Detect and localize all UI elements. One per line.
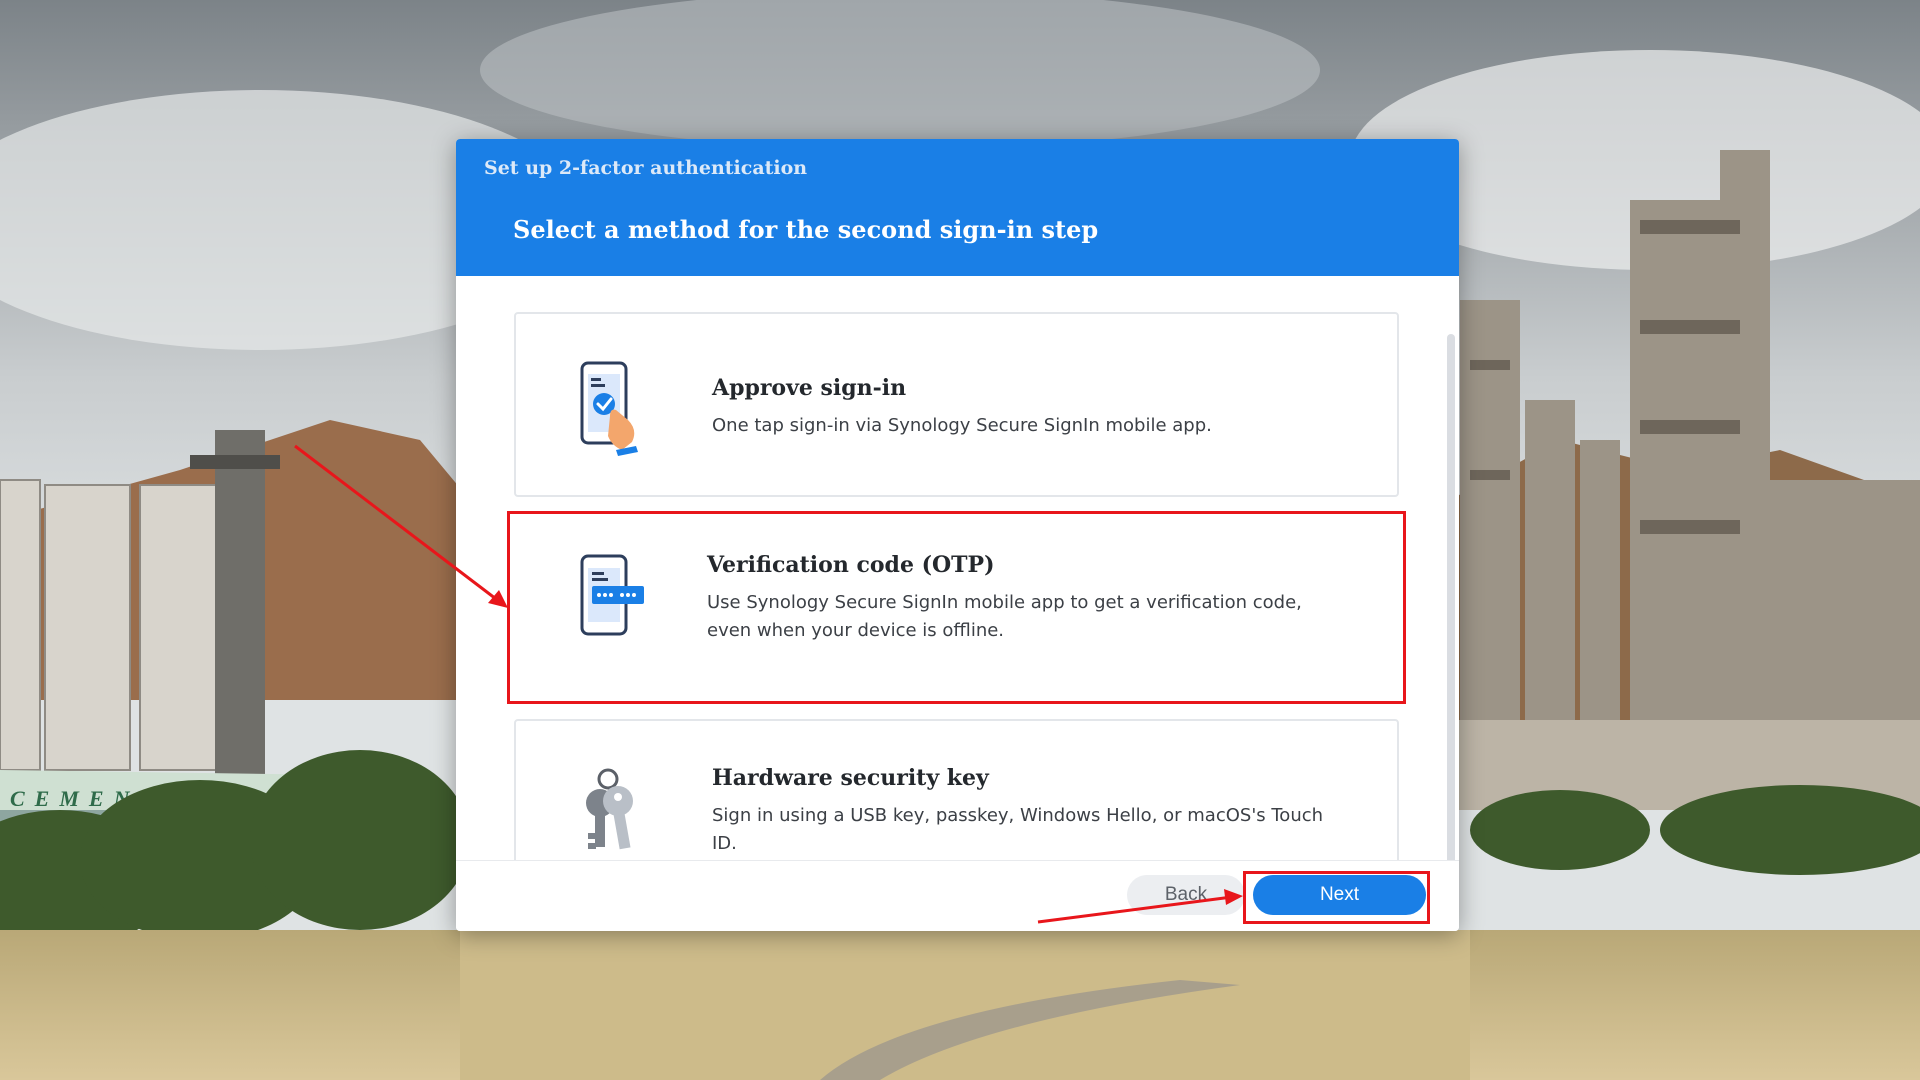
scrollbar[interactable] (1447, 334, 1455, 931)
keys-icon (580, 767, 644, 859)
option-description: Sign in using a USB key, passkey, Window… (712, 805, 1324, 854)
option-title: Approve sign-in (712, 375, 907, 401)
dialog-caption: Set up 2-factor authentication (484, 157, 808, 179)
option-approve-sign-in[interactable]: Approve sign-in One tap sign-in via Syno… (514, 312, 1399, 497)
back-button[interactable]: Back (1127, 875, 1245, 915)
option-title: Hardware security key (712, 765, 989, 791)
option-description: One tap sign-in via Synology Secure Sign… (712, 415, 1212, 436)
dialog-header: Set up 2-factor authentication Select a … (456, 139, 1459, 276)
phone-tap-approve-icon (576, 360, 646, 462)
dialog-title: Select a method for the second sign-in s… (513, 215, 1099, 244)
highlight-otp-option (507, 511, 1406, 704)
highlight-next-button (1243, 871, 1430, 924)
